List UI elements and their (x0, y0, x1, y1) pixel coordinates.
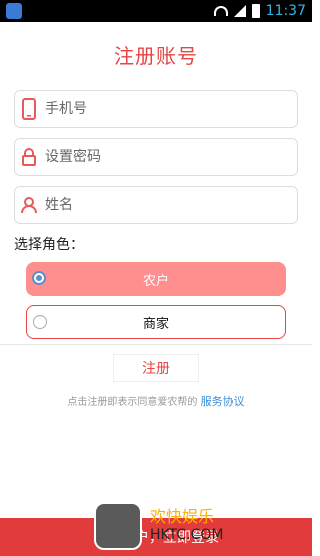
register-button[interactable]: 注册 (113, 354, 199, 382)
user-icon (15, 187, 43, 223)
name-field[interactable] (14, 186, 298, 224)
radio-selected-icon[interactable] (32, 271, 46, 285)
radio-unselected-icon[interactable] (33, 315, 47, 329)
status-right: 11:37 (213, 2, 306, 20)
app-icon (6, 3, 22, 19)
battery-icon (251, 4, 260, 18)
phone-field[interactable] (14, 90, 298, 128)
role-label: 选择角色： (14, 237, 84, 253)
service-agreement-link[interactable]: 服务协议 (201, 395, 245, 408)
watermark-line1: 欢快娱乐 (150, 507, 215, 526)
watermark: 欢快娱乐 HKTC.COM (94, 500, 254, 552)
phone-input[interactable] (43, 90, 287, 128)
password-input[interactable] (43, 138, 287, 176)
app-header: 注册账号 (0, 22, 312, 86)
role-option-label: 商家 (142, 316, 169, 332)
page-title: 注册账号 (114, 43, 198, 68)
lock-icon (15, 139, 43, 175)
status-time: 11:37 (265, 3, 306, 19)
wifi-icon (213, 6, 228, 16)
phone-icon (15, 91, 43, 127)
agreement: 点击注册即表示同意爱农帮的 服务协议 (0, 393, 312, 409)
agreement-text: 点击注册即表示同意爱农帮的 (67, 397, 198, 408)
signal-icon (233, 5, 246, 17)
status-bar: 11:37 (0, 0, 312, 22)
role-option-farmer[interactable]: 农户 (26, 262, 286, 296)
watermark-logo (94, 502, 142, 550)
role-option-merchant[interactable]: 商家 (26, 305, 286, 339)
role-option-label: 农户 (142, 273, 169, 289)
password-field[interactable] (14, 138, 298, 176)
name-input[interactable] (43, 186, 287, 224)
watermark-text: 欢快娱乐 HKTC.COM (150, 508, 223, 544)
divider (0, 344, 312, 345)
watermark-line2: HKTC.COM (150, 527, 224, 543)
